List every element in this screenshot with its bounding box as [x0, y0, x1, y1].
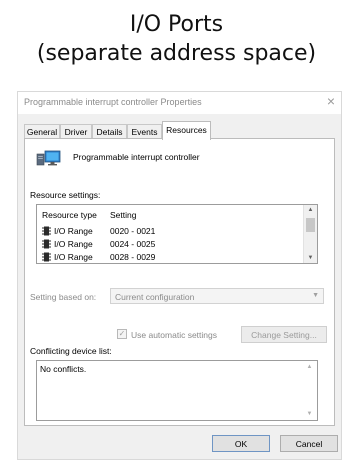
list-item[interactable]: I/O Range 0028 - 0029: [37, 251, 299, 263]
setting-based-on-dropdown[interactable]: Current configuration ▼: [110, 288, 324, 304]
ok-button[interactable]: OK: [212, 435, 270, 452]
close-icon[interactable]: ×: [327, 93, 335, 109]
tab-driver[interactable]: Driver: [60, 124, 92, 139]
resource-settings-list[interactable]: Resource type Setting I/O Range 0020 - 0…: [36, 204, 318, 264]
conflicts-value: No conflicts.: [40, 364, 87, 374]
scroll-down-icon[interactable]: ▼: [304, 255, 317, 261]
setting-cell: 0028 - 0029: [110, 252, 156, 262]
list-item[interactable]: I/O Range 0024 - 0025: [37, 238, 299, 251]
resource-type-cell: I/O Range: [54, 239, 93, 249]
tab-events[interactable]: Events: [127, 124, 162, 139]
memory-chip-icon: [42, 252, 51, 262]
setting-cell: 0024 - 0025: [110, 239, 156, 249]
conflicting-device-list[interactable]: No conflicts. ▲ ▼: [36, 360, 318, 421]
resources-panel: Programmable interrupt controller Resour…: [24, 138, 335, 426]
tab-resources[interactable]: Resources: [162, 121, 211, 140]
conflicting-device-list-label: Conflicting device list:: [30, 346, 112, 356]
list-item[interactable]: I/O Range 0020 - 0021: [37, 225, 299, 238]
window-title: Programmable interrupt controller Proper…: [24, 97, 202, 107]
device-name: Programmable interrupt controller: [73, 152, 200, 162]
tab-general[interactable]: General: [24, 124, 60, 139]
title-bar: Programmable interrupt controller Proper…: [18, 92, 341, 114]
resource-list-scrollbar[interactable]: ▲ ▼: [303, 205, 317, 263]
properties-dialog: Programmable interrupt controller Proper…: [17, 91, 342, 460]
setting-based-on-label: Setting based on:: [30, 292, 97, 302]
slide-title-line-2: (separate address space): [36, 41, 317, 66]
setting-based-on-value: Current configuration: [115, 292, 195, 302]
memory-chip-icon: [42, 239, 51, 249]
use-automatic-settings-checkbox[interactable]: ✓: [117, 329, 127, 339]
scrollbar-thumb[interactable]: [306, 218, 315, 232]
conflict-list-scrollbar[interactable]: ▲ ▼: [303, 361, 317, 420]
chevron-down-icon: ▼: [312, 292, 319, 299]
slide-title: I/O Ports (separate address space): [0, 10, 353, 68]
slide-title-line-1: I/O Ports: [129, 12, 224, 37]
cancel-button[interactable]: Cancel: [280, 435, 338, 452]
tab-details[interactable]: Details: [92, 124, 127, 139]
resource-type-cell: I/O Range: [54, 252, 93, 262]
resource-type-cell: I/O Range: [54, 226, 93, 236]
resource-settings-label: Resource settings:: [30, 190, 101, 200]
scroll-down-icon[interactable]: ▼: [303, 411, 316, 417]
use-automatic-settings-label: Use automatic settings: [131, 330, 217, 340]
setting-cell: 0020 - 0021: [110, 226, 156, 236]
memory-chip-icon: [42, 226, 51, 236]
column-header-resource-type[interactable]: Resource type: [42, 210, 97, 220]
computer-monitor-icon: [36, 150, 61, 166]
scroll-up-icon[interactable]: ▲: [303, 364, 316, 370]
change-setting-button[interactable]: Change Setting...: [241, 326, 327, 343]
scroll-up-icon[interactable]: ▲: [304, 207, 317, 213]
column-header-setting[interactable]: Setting: [110, 210, 136, 220]
